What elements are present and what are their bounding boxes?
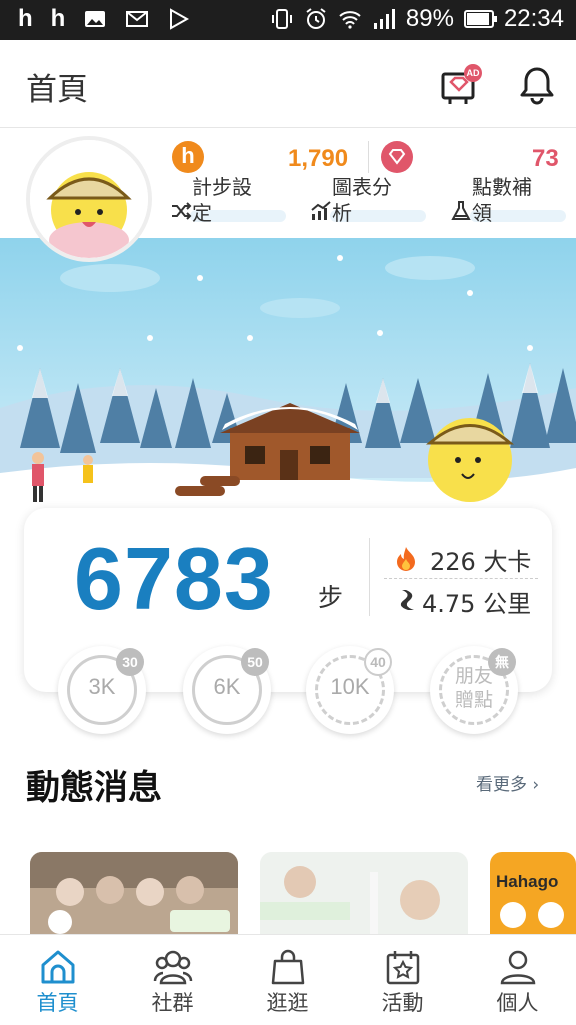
news-card-decoration bbox=[538, 902, 564, 928]
friend-gift-label-line2: 贈點 bbox=[454, 689, 493, 711]
news-card[interactable] bbox=[260, 852, 468, 936]
fire-icon bbox=[397, 547, 415, 571]
points-claim-label: 點數補 bbox=[472, 175, 532, 199]
chart-analysis-label-2: 析 bbox=[332, 201, 352, 225]
friend-gift-button[interactable]: 朋友 贈點 無 bbox=[430, 646, 518, 734]
nav-label: 活動 bbox=[381, 991, 424, 1015]
avatar[interactable] bbox=[26, 136, 152, 262]
image-icon bbox=[85, 11, 106, 27]
gift-badge: AD bbox=[464, 64, 482, 82]
h-points-value: 1,790 bbox=[288, 145, 349, 172]
nav-home[interactable]: 首頁 bbox=[0, 935, 115, 1025]
app-header: 首頁 AD bbox=[0, 40, 576, 128]
play-store-icon bbox=[170, 8, 190, 30]
nav-community[interactable]: 社群 bbox=[115, 935, 230, 1025]
gift-icon[interactable]: AD bbox=[438, 64, 482, 108]
news-section-title: 動態消息 bbox=[26, 768, 162, 808]
h-coin-icon: h bbox=[172, 141, 204, 173]
milestone-3k-button[interactable]: 3K 30 bbox=[58, 646, 146, 734]
calories-value: 226 大卡 bbox=[430, 548, 532, 576]
alarm-icon bbox=[306, 8, 326, 29]
gem-points-value: 73 bbox=[532, 145, 559, 172]
milestone-10k-button[interactable]: 10K 40 bbox=[306, 646, 394, 734]
see-more-link[interactable]: 看更多 › bbox=[472, 770, 544, 795]
news-card-decoration bbox=[500, 902, 526, 928]
chart-analysis-label: 圖表分 bbox=[332, 175, 392, 199]
community-icon bbox=[153, 950, 193, 985]
person-icon bbox=[500, 950, 536, 985]
step-settings-label: 計步設 bbox=[192, 175, 252, 199]
distance-value: 4.75 公里 bbox=[422, 590, 532, 618]
vibrate-icon bbox=[271, 9, 292, 29]
chevron-right-icon: › bbox=[532, 775, 540, 795]
steps-value: 6783 bbox=[74, 529, 274, 628]
card-divider bbox=[369, 538, 370, 616]
page-title: 首頁 bbox=[26, 72, 88, 108]
step-settings-label-2: 定 bbox=[192, 201, 212, 225]
nav-label: 個人 bbox=[496, 991, 539, 1015]
chart-icon bbox=[311, 201, 331, 220]
milestone-6k-button[interactable]: 6K 50 bbox=[183, 646, 271, 734]
points-claim-label-2: 領 bbox=[472, 201, 492, 225]
step-settings-button[interactable]: 計步設 定 bbox=[170, 174, 290, 240]
calendar-star-icon bbox=[386, 951, 420, 985]
road-icon bbox=[400, 590, 414, 610]
gem-icon bbox=[381, 141, 413, 173]
milestone-label: 6K bbox=[213, 674, 241, 699]
home-icon bbox=[41, 950, 75, 984]
app-notification-icon: h bbox=[18, 5, 33, 32]
news-card-text: Hahago bbox=[496, 872, 559, 891]
news-card[interactable]: Hahago bbox=[490, 852, 576, 936]
clock: 22:34 bbox=[503, 5, 564, 32]
signal-icon bbox=[373, 9, 395, 29]
nav-label: 社群 bbox=[151, 991, 194, 1015]
see-more-label: 看更多 bbox=[476, 775, 527, 795]
steps-unit: 步 bbox=[318, 583, 344, 612]
milestone-badge: 無 bbox=[488, 648, 516, 676]
app-notification-icon: h bbox=[50, 5, 66, 32]
chart-analysis-button[interactable]: 圖表分 析 bbox=[310, 174, 430, 240]
nav-profile[interactable]: 個人 bbox=[460, 935, 575, 1025]
nav-events[interactable]: 活動 bbox=[345, 935, 460, 1025]
nav-label: 首頁 bbox=[36, 991, 79, 1015]
gmail-icon bbox=[126, 11, 149, 27]
nav-label: 逛逛 bbox=[266, 991, 309, 1015]
points-claim-button[interactable]: 點數補 領 bbox=[450, 174, 570, 240]
wifi-icon bbox=[339, 11, 361, 29]
battery-icon bbox=[463, 10, 497, 28]
bottom-navigation: 首頁 社群 逛逛 活動 個人 bbox=[0, 934, 576, 1024]
shopping-bag-icon bbox=[271, 949, 305, 985]
points-divider bbox=[368, 141, 369, 173]
news-card[interactable] bbox=[30, 852, 238, 936]
nav-browse[interactable]: 逛逛 bbox=[230, 935, 345, 1025]
bell-icon[interactable] bbox=[516, 64, 558, 106]
milestone-label: 3K bbox=[88, 674, 116, 699]
card-divider-horizontal bbox=[384, 578, 538, 579]
milestone-badge: 50 bbox=[241, 648, 269, 676]
milestone-badge: 30 bbox=[116, 648, 144, 676]
flask-icon bbox=[451, 201, 471, 220]
battery-percent: 89% bbox=[405, 5, 454, 32]
winter-scene-banner bbox=[0, 238, 576, 528]
milestone-badge: 40 bbox=[364, 648, 392, 676]
milestone-label: 10K bbox=[330, 674, 370, 699]
shuffle-icon bbox=[172, 202, 192, 220]
status-bar: h h 89% 22:34 bbox=[0, 0, 576, 40]
